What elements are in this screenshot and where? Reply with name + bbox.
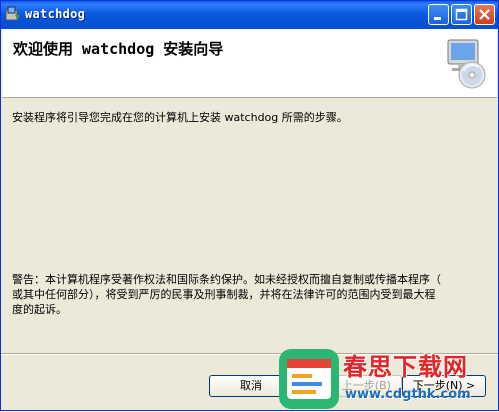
- site-watermark: 春思下载网 www.cdgthk.com: [277, 345, 499, 412]
- intro-text: 安装程序将引导您完成在您的计算机上安装 watchdog 所需的步骤。: [12, 111, 348, 124]
- minimize-icon: [434, 17, 441, 20]
- watermark-text: 春思下载网: [343, 353, 468, 381]
- window-title: watchdog: [25, 7, 86, 21]
- warning-line: 度的起诉。: [12, 303, 67, 316]
- computer-cd-icon: [447, 39, 486, 89]
- minimize-button[interactable]: [428, 4, 449, 25]
- copyright-warning: 警告：本计算机程序受著作权法和国际条约保护。如未经授权而擅自复制或传播本程序（ …: [12, 272, 487, 317]
- title-bar[interactable]: watchdog: [1, 1, 498, 29]
- maximize-icon: [455, 8, 468, 21]
- watermark-url: www.cdgthk.com: [345, 387, 471, 402]
- warning-line: 警告：本计算机程序受著作权法和国际条约保护。如未经授权而擅自复制或传播本程序（: [12, 273, 441, 286]
- page-title: 欢迎使用 watchdog 安装向导: [13, 40, 224, 58]
- close-button[interactable]: [474, 4, 495, 25]
- maximize-button[interactable]: [451, 4, 472, 25]
- installer-icon: [5, 6, 20, 21]
- wizard-header: 欢迎使用 watchdog 安装向导: [2, 29, 497, 98]
- watermark-logo-icon: [279, 349, 339, 409]
- close-icon: [479, 9, 490, 20]
- installer-window: watchdog 欢迎使用 watchdog 安装向导 安装程序将引导您完成在您…: [0, 0, 499, 411]
- warning-line: 或其中任何部分），将受到严厉的民事及刑事制裁，并将在法律许可的范围内受到最大程: [12, 288, 436, 301]
